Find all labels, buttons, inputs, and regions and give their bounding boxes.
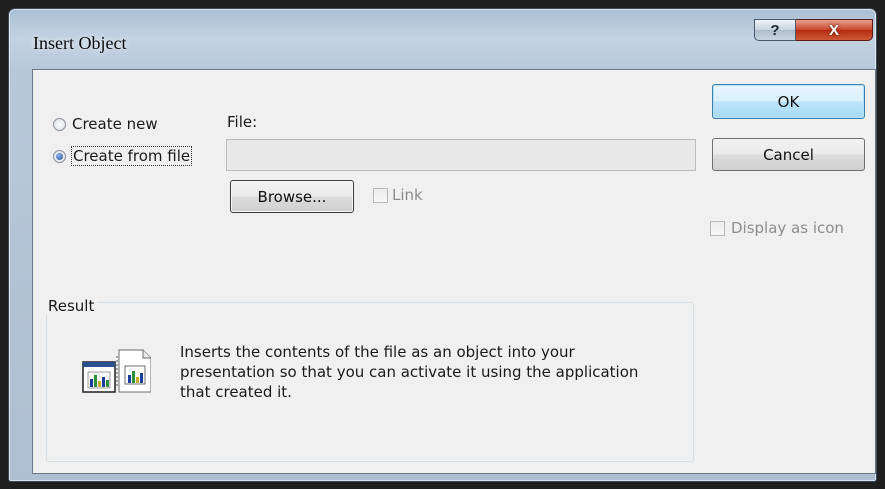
file-label: File:: [227, 113, 258, 131]
create-from-file-label: Create from file: [70, 146, 193, 166]
help-button[interactable]: ?: [754, 19, 796, 41]
create-new-label: Create new: [72, 115, 158, 133]
cancel-button[interactable]: Cancel: [712, 138, 865, 171]
create-from-file-option[interactable]: Create from file: [53, 146, 193, 166]
display-as-icon-label: Display as icon: [731, 219, 844, 237]
result-group-title: Result: [45, 297, 98, 315]
close-x-icon: X: [828, 21, 839, 39]
browse-button[interactable]: Browse...: [230, 180, 354, 213]
create-new-radio[interactable]: [53, 117, 66, 131]
create-new-option[interactable]: Create new: [53, 115, 158, 133]
dialog-client-area: Create new Create from file File: Browse…: [32, 69, 876, 474]
link-label: Link: [392, 186, 423, 204]
window-title: Insert Object: [33, 33, 127, 53]
create-from-file-radio[interactable]: [53, 149, 66, 163]
link-checkbox[interactable]: [373, 188, 388, 203]
caption-buttons: ? X: [754, 19, 873, 41]
file-path-input[interactable]: [226, 139, 696, 171]
display-as-icon-checkbox[interactable]: [710, 221, 725, 236]
ok-button[interactable]: OK: [712, 84, 865, 119]
result-description: Inserts the contents of the file as an o…: [180, 343, 639, 401]
question-mark-icon: ?: [770, 21, 780, 39]
insert-file-object-icon: [82, 349, 151, 393]
close-button[interactable]: X: [796, 19, 873, 41]
